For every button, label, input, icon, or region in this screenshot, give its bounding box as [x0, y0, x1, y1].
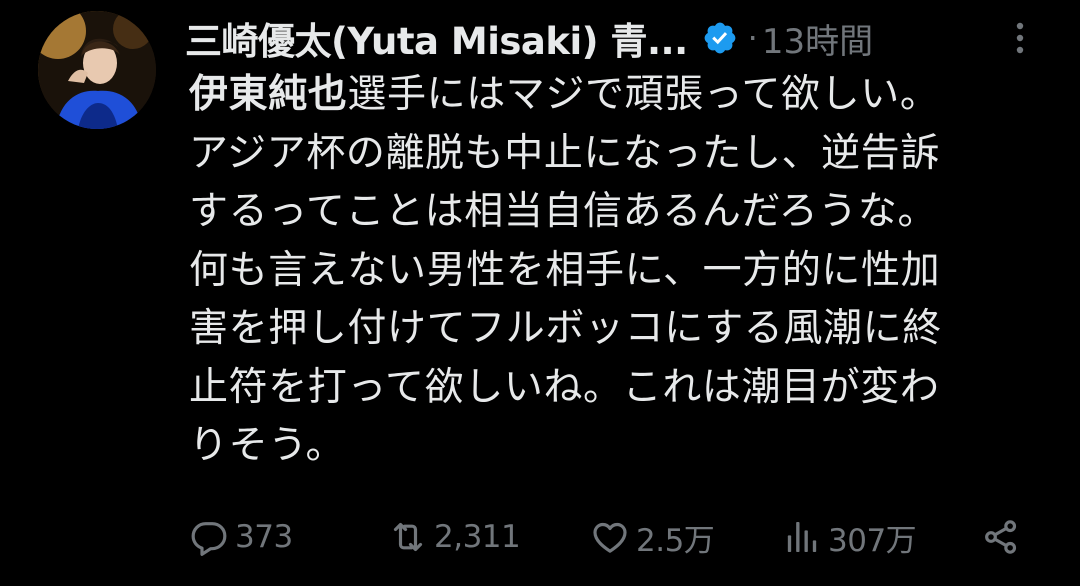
avatar-image: [38, 11, 156, 129]
header-separator: ·: [747, 19, 758, 57]
action-bar: 373 2,311 2.5万 307万: [189, 512, 1029, 562]
reply-button[interactable]: 373: [189, 512, 293, 562]
share-button[interactable]: [981, 512, 1021, 562]
like-button[interactable]: 2.5万: [590, 512, 715, 562]
mention-link[interactable]: 伊東純也: [189, 72, 347, 117]
retweet-button[interactable]: 2,311: [388, 512, 521, 562]
tweet-text-line: 伊東純也選手にはマジで頑張って欲しい。: [189, 66, 1059, 125]
tweet-text-line: りそう。: [189, 423, 346, 468]
retweet-count: 2,311: [434, 519, 521, 555]
tweet-timestamp[interactable]: 13時間: [762, 14, 873, 63]
tweet-text-line: するってことは相当自信あるんだろうな。: [189, 189, 938, 234]
author-display-name[interactable]: 三崎優太(Yuta Misaki) 青...: [185, 11, 688, 65]
like-count: 2.5万: [636, 522, 715, 559]
more-options-icon[interactable]: [1008, 18, 1032, 58]
tweet-text-line: 止符を打って欲しいね。これは潮目が変わ: [189, 364, 940, 410]
tweet[interactable]: 三崎優太(Yuta Misaki) 青... · 13時間 伊東純也選手にはマジ…: [0, 0, 1080, 586]
view-count: 307万: [828, 522, 917, 559]
analytics-icon: [782, 517, 822, 557]
heart-icon: [590, 517, 630, 557]
tweet-header: 三崎優太(Yuta Misaki) 青... · 13時間: [185, 8, 1045, 68]
tweet-text-line: 害を押し付けてフルボッコにする風潮に終: [189, 306, 942, 351]
retweet-icon: [388, 517, 428, 557]
tweet-text-line: 何も言えない男性を相手に、一方的に性加: [189, 247, 941, 293]
reply-count: 373: [235, 519, 293, 555]
reply-icon: [189, 517, 229, 557]
avatar[interactable]: [38, 11, 156, 129]
tweet-text-segment: 選手にはマジで頑張って欲しい。: [347, 72, 940, 117]
verified-badge-icon: [702, 20, 738, 56]
share-icon: [981, 517, 1021, 557]
tweet-text: 伊東純也選手にはマジで頑張って欲しい。 アジア杯の離脱も中止になったし、逆告訴 …: [189, 66, 1059, 476]
views-button[interactable]: 307万: [782, 512, 917, 562]
tweet-text-line: アジア杯の離脱も中止になったし、逆告訴: [189, 130, 940, 176]
